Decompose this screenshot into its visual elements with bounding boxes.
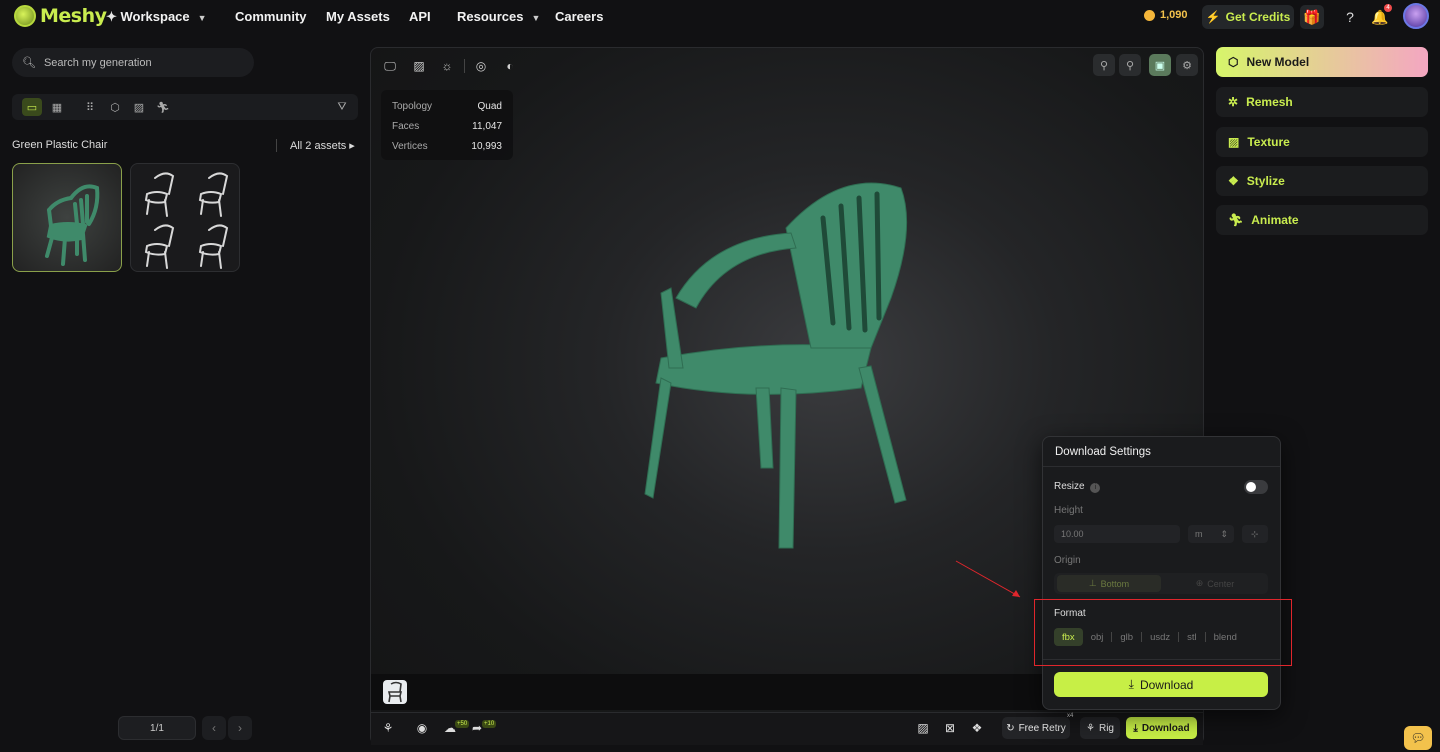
remesh-button[interactable]: ✲ Remesh — [1216, 87, 1428, 117]
search-input[interactable]: 🔍︎ Search my generation — [12, 48, 254, 77]
logo-text: Meshy — [40, 5, 107, 27]
align-center-icon: ⊕ — [1195, 578, 1204, 588]
gift-icon[interactable]: 🎁 — [1300, 5, 1324, 29]
sparkle-icon: ✦ — [106, 9, 121, 24]
popup-title: Download Settings — [1043, 437, 1280, 467]
animate-filter-icon[interactable]: 🏃︎ — [153, 98, 173, 116]
logo-icon — [14, 5, 36, 27]
folder-icon[interactable]: ▭ — [22, 98, 42, 116]
stat-faces: Faces 11,047 — [392, 120, 502, 132]
origin-label: Origin — [1054, 555, 1081, 566]
animate-button[interactable]: 🏃︎ Animate — [1216, 205, 1428, 235]
resize-label: Resize i — [1054, 481, 1101, 493]
texture-icon: ▨ — [1228, 135, 1240, 149]
measure-icon[interactable]: ⊹ — [1242, 525, 1268, 543]
nav-community[interactable]: Community — [235, 9, 307, 24]
sphere-wire-icon[interactable]: ◎ — [471, 57, 491, 75]
unit-select[interactable]: m ⇕ — [1188, 525, 1234, 543]
remesh-icon: ✲ — [1228, 95, 1239, 109]
free-retry-button[interactable]: ↻ Free Retry — [1002, 717, 1070, 739]
retry-icon: ↻ — [1006, 722, 1015, 734]
stat-topology: Topology Quad — [392, 100, 502, 112]
light-icon[interactable]: ☼ — [437, 57, 457, 75]
annotation-arrow — [955, 560, 1021, 598]
new-model-button[interactable]: ⬡ New Model — [1216, 47, 1428, 77]
nav-careers[interactable]: Careers — [555, 9, 603, 24]
section-title: Green Plastic Chair — [12, 139, 108, 151]
grid-view-icon[interactable]: ▦ — [47, 98, 67, 116]
stylize-tool-icon[interactable]: ❖ — [967, 719, 987, 737]
mesh-stats-panel: Topology Quad Faces 11,047 Vertices 10,993 — [381, 90, 513, 160]
search-icon: 🔍︎ — [22, 57, 36, 69]
share-credit-badge: +10 — [482, 720, 497, 728]
crop-icon[interactable]: ⊠ — [940, 719, 960, 737]
height-label: Height — [1054, 505, 1083, 516]
toggle-knob — [1246, 482, 1256, 492]
asset-thumbnail-selected[interactable] — [12, 163, 122, 272]
settings-icon[interactable]: ⚙ — [1176, 54, 1198, 76]
stylize-button[interactable]: ❖ Stylize — [1216, 166, 1428, 196]
next-page-button[interactable]: › — [228, 716, 252, 740]
pin-alt-icon[interactable]: ⚲ — [1119, 54, 1141, 76]
lightning-icon: ⚡ — [1205, 10, 1221, 24]
nav-workspace[interactable]: ✦ Workspace ▼ — [106, 9, 207, 25]
chair-mini-image — [387, 681, 403, 703]
origin-bottom-option[interactable]: ⊥ Bottom — [1057, 575, 1161, 592]
mini-thumbnail[interactable] — [383, 680, 407, 704]
retry-count: x4 — [1067, 713, 1074, 719]
monitor-icon[interactable]: 🖵 — [380, 57, 400, 75]
logo[interactable]: Meshy — [14, 5, 107, 27]
download-small-button[interactable]: ⤓ Download — [1126, 717, 1197, 739]
download-icon: ⤓ — [1133, 722, 1138, 734]
notification-badge: 4 — [1384, 4, 1392, 12]
download-button[interactable]: ⤓ Download — [1054, 672, 1268, 697]
align-bottom-icon: ⊥ — [1088, 578, 1097, 588]
cube-filter-icon[interactable]: ⬡ — [105, 98, 125, 116]
chat-support-icon[interactable]: 💬︎ — [1404, 726, 1432, 750]
format-highlight-box — [1034, 599, 1292, 666]
credits-balance[interactable]: 1,090 — [1144, 9, 1188, 21]
texture-tool-icon[interactable]: ▨ — [913, 719, 933, 737]
prev-page-button[interactable]: ‹ — [202, 716, 226, 740]
rig-nodes-icon[interactable]: ⚘ — [378, 719, 398, 737]
nav-my-assets[interactable]: My Assets — [326, 9, 390, 24]
updown-icon: ⇕ — [1220, 528, 1229, 539]
dots-grid-icon[interactable]: ⠿ — [80, 98, 100, 116]
all-assets-link[interactable]: All 2 assets ▸ — [276, 139, 355, 152]
resize-toggle[interactable] — [1244, 480, 1268, 494]
texture-filter-icon[interactable]: ▨ — [129, 98, 149, 116]
filter-icon[interactable]: ⛛ — [332, 98, 352, 116]
running-person-icon: 🏃︎ — [1228, 213, 1244, 227]
pin-icon[interactable]: ⚲ — [1093, 54, 1115, 76]
texture-button[interactable]: ▨ Texture — [1216, 127, 1428, 157]
asset-thumbnail-variants[interactable] — [130, 163, 240, 272]
origin-center-option[interactable]: ⊕ Center — [1164, 575, 1266, 592]
rig-button[interactable]: ⚘ Rig — [1080, 717, 1120, 739]
toolbar-divider — [464, 59, 465, 73]
chair-preview-image — [45, 184, 100, 266]
stylize-icon: ❖ — [1228, 174, 1239, 188]
help-icon[interactable]: ? — [1339, 6, 1361, 28]
background-toggle-icon[interactable]: ▣ — [1149, 54, 1171, 76]
chair-variants-image — [144, 172, 229, 269]
nav-api[interactable]: API — [409, 9, 431, 24]
texture-view-icon[interactable]: ▨ — [409, 57, 429, 75]
pagination[interactable]: 1/1 — [118, 716, 196, 740]
get-credits-button[interactable]: ⚡ Get Credits — [1202, 5, 1294, 29]
cube-icon: ⬡ — [1228, 55, 1239, 69]
height-input[interactable]: 10.00 — [1054, 525, 1180, 543]
chevron-down-icon: ▼ — [531, 13, 541, 23]
download-icon: ⤓ — [1128, 677, 1134, 691]
info-icon: i — [1090, 483, 1101, 493]
avatar[interactable] — [1403, 3, 1429, 29]
stat-vertices: Vertices 10,993 — [392, 140, 502, 152]
sphere-solid-icon[interactable]: ◐ — [500, 57, 520, 75]
record-icon[interactable]: ◉ — [412, 719, 432, 737]
rig-icon: ⚘ — [1086, 722, 1095, 734]
nav-resources[interactable]: Resources ▼ — [457, 9, 540, 24]
chevron-down-icon: ▼ — [197, 13, 207, 23]
coin-icon — [1144, 9, 1155, 21]
